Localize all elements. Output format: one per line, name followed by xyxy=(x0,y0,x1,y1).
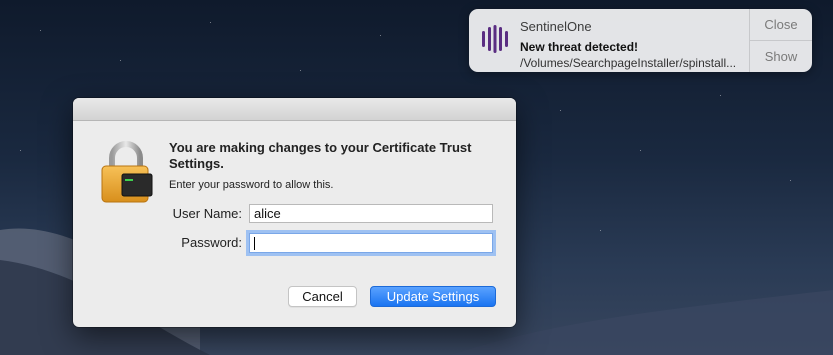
text-caret xyxy=(254,237,255,250)
username-input[interactable] xyxy=(249,204,493,223)
update-settings-button[interactable]: Update Settings xyxy=(370,286,496,307)
dialog-heading: You are making changes to your Certifica… xyxy=(169,140,472,171)
sentinelone-logo-icon xyxy=(480,24,510,54)
dialog-subtext: Enter your password to allow this. xyxy=(169,179,334,191)
lock-icon xyxy=(100,140,156,204)
notification-title: New threat detected! xyxy=(520,40,639,54)
threat-notification[interactable]: SentinelOne New threat detected! /Volume… xyxy=(469,9,812,72)
cancel-button[interactable]: Cancel xyxy=(288,286,357,307)
authentication-dialog: You are making changes to your Certifica… xyxy=(73,98,516,327)
username-label: User Name: xyxy=(172,206,242,221)
dialog-titlebar xyxy=(73,98,516,121)
password-label: Password: xyxy=(181,235,242,250)
notification-body: /Volumes/SearchpageInstaller/spinstall..… xyxy=(520,56,737,70)
notification-close-button[interactable]: Close xyxy=(750,9,812,41)
password-input[interactable] xyxy=(249,233,493,253)
notification-app-name: SentinelOne xyxy=(520,19,592,34)
notification-show-button[interactable]: Show xyxy=(750,41,812,72)
